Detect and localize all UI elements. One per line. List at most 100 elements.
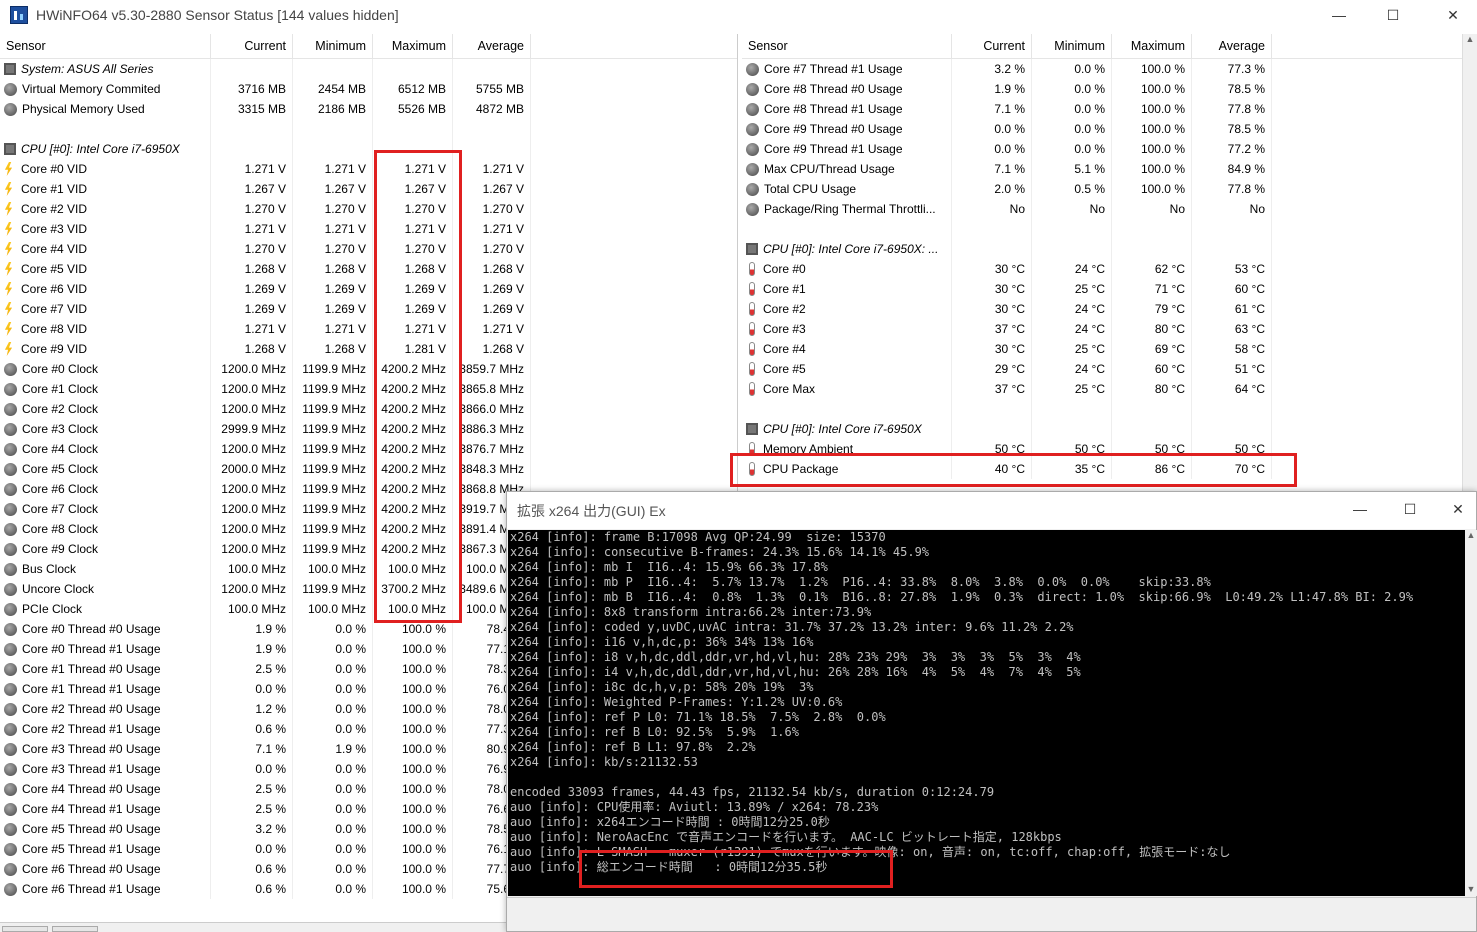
column-header-maximum[interactable]: Maximum [1112,34,1192,59]
sensor-row[interactable]: Core #1 30 °C 25 °C 71 °C 60 °C [742,279,1462,299]
value-cur: 1200.0 MHz [211,439,293,459]
sensor-row[interactable]: Core #7 VID 1.269 V 1.269 V 1.269 V 1.269 V [0,299,737,319]
spacer-row [742,399,1462,419]
maximize-button[interactable]: ☐ [1370,0,1416,30]
sensor-row[interactable]: Core #3 37 °C 24 °C 80 °C 63 °C [742,319,1462,339]
value-cur: 3.2 % [952,59,1032,79]
sensor-row[interactable]: Core #0 30 °C 24 °C 62 °C 53 °C [742,259,1462,279]
sensor-row[interactable]: Core #0 VID 1.271 V 1.271 V 1.271 V 1.271 V [0,159,737,179]
sensor-row[interactable]: Core #1 Clock 1200.0 MHz 1199.9 MHz 4200.2 … [0,379,737,399]
value-max [1112,399,1192,419]
value-avg [1192,419,1272,439]
value-cur: 2.5 % [211,799,293,819]
encoder-minimize-button[interactable]: — [1337,494,1383,524]
value-max: 1.267 V [373,179,453,199]
value-cur: 0.0 % [211,839,293,859]
sensor-row[interactable]: Core #9 Thread #0 Usage 0.0 % 0.0 % 100.0 %… [742,119,1462,139]
value-min: 0.0 % [293,799,373,819]
sensor-row[interactable]: Core #5 29 °C 24 °C 60 °C 51 °C [742,359,1462,379]
sensor-row[interactable]: Core #3 Clock 2999.9 MHz 1199.9 MHz 4200.2 … [0,419,737,439]
sensor-row[interactable]: Max CPU/Thread Usage 7.1 % 5.1 % 100.0 % 84.… [742,159,1462,179]
column-header-current[interactable]: Current [211,34,293,59]
scroll-up-icon[interactable]: ▲ [1463,34,1477,44]
sensor-group-header[interactable]: System: ASUS All Series [0,59,737,79]
column-header-average[interactable]: Average [1192,34,1272,59]
sensor-row[interactable]: Core #2 VID 1.270 V 1.270 V 1.270 V 1.270 V [0,199,737,219]
value-min: 0.0 % [293,819,373,839]
sensor-row[interactable]: Core #5 VID 1.268 V 1.268 V 1.268 V 1.268 V [0,259,737,279]
sensor-panel-right[interactable]: Sensor Current Minimum Maximum Average Core … [742,34,1462,492]
sensor-dot-icon [4,102,17,116]
value-min: 1.9 % [293,739,373,759]
column-header-average[interactable]: Average [453,34,531,59]
column-header-current[interactable]: Current [952,34,1032,59]
value-cur: 3716 MB [211,79,293,99]
voltage-icon [4,262,13,276]
encoder-maximize-button[interactable]: ☐ [1387,494,1433,524]
console-scrollbar[interactable]: ▲ ▼ [1465,530,1477,896]
scroll-up-icon[interactable]: ▲ [1465,530,1477,540]
column-header-sensor[interactable]: Sensor [0,34,211,59]
encoder-close-button[interactable]: ✕ [1435,494,1477,524]
sensor-group-header[interactable]: CPU [#0]: Intel Core i7-6950X [0,139,737,159]
sensor-name: Core #1 [763,282,806,296]
sensor-row[interactable]: Core #4 Clock 1200.0 MHz 1199.9 MHz 4200.2 … [0,439,737,459]
sensor-row[interactable]: CPU Package 40 °C 35 °C 86 °C 70 °C [742,459,1462,479]
sensor-name: Core #1 Thread #1 Usage [22,682,161,696]
value-min: 0.0 % [293,859,373,879]
sensor-row[interactable]: Core #8 Thread #1 Usage 7.1 % 0.0 % 100.0 %… [742,99,1462,119]
column-header-minimum[interactable]: Minimum [1032,34,1112,59]
value-cur [952,219,1032,239]
encoder-output-window[interactable]: 拡張 x264 出力(GUI) Ex — ☐ ✕ x264 [info]: fr… [506,491,1477,932]
column-header-minimum[interactable]: Minimum [293,34,373,59]
sensor-row[interactable]: Core #3 VID 1.271 V 1.271 V 1.271 V 1.271 V [0,219,737,239]
sensor-row[interactable]: Core #8 VID 1.271 V 1.271 V 1.271 V 1.271 V [0,319,737,339]
sensor-row[interactable]: Package/Ring Thermal Throttli... No No No No [742,199,1462,219]
sensor-name: Physical Memory Used [22,102,145,116]
sensor-row[interactable]: Core Max 37 °C 25 °C 80 °C 64 °C [742,379,1462,399]
sensor-name-cell: Core #5 Thread #0 Usage [0,819,211,839]
value-cur: 1200.0 MHz [211,359,293,379]
value-cur: 1.9 % [211,619,293,639]
scroll-down-icon[interactable]: ▼ [1465,884,1477,894]
sensor-name-cell: Core #5 [742,359,952,379]
sensor-row[interactable]: Core #5 Clock 2000.0 MHz 1199.9 MHz 4200.2 … [0,459,737,479]
value-cur [211,59,293,79]
column-header-sensor[interactable]: Sensor [742,34,952,59]
toolbar-button[interactable] [2,926,48,932]
sensor-group-header[interactable]: CPU [#0]: Intel Core i7-6950X [742,419,1462,439]
sensor-row[interactable]: Core #2 30 °C 24 °C 79 °C 61 °C [742,299,1462,319]
sensor-row[interactable]: Physical Memory Used 3315 MB 2186 MB 5526 M… [0,99,737,119]
column-header-maximum[interactable]: Maximum [373,34,453,59]
sensor-group-header[interactable]: CPU [#0]: Intel Core i7-6950X: ... [742,239,1462,259]
sensor-name-cell: Core #1 Thread #1 Usage [0,679,211,699]
value-min: 25 °C [1032,379,1112,399]
value-max: 100.0 % [1112,179,1192,199]
sensor-row[interactable]: Core #7 Thread #1 Usage 3.2 % 0.0 % 100.0 %… [742,59,1462,79]
sensor-row[interactable]: Memory Ambient 50 °C 50 °C 50 °C 50 °C [742,439,1462,459]
sensor-row[interactable]: Core #4 VID 1.270 V 1.270 V 1.270 V 1.270 V [0,239,737,259]
value-min: 2186 MB [293,99,373,119]
minimize-button[interactable]: — [1316,0,1362,30]
value-cur: 30 °C [952,299,1032,319]
encoder-log-console[interactable]: x264 [info]: frame B:17098 Avg QP:24.99 … [508,530,1465,896]
sensor-dot-icon [746,82,759,96]
sensor-row[interactable]: Core #9 Thread #1 Usage 0.0 % 0.0 % 100.0 %… [742,139,1462,159]
sensor-name-cell: Core Max [742,379,952,399]
sensor-row[interactable]: Core #6 VID 1.269 V 1.269 V 1.269 V 1.269 V [0,279,737,299]
close-button[interactable]: ✕ [1430,0,1476,30]
sensor-row[interactable]: Core #2 Clock 1200.0 MHz 1199.9 MHz 4200.2 … [0,399,737,419]
sensor-row[interactable]: Total CPU Usage 2.0 % 0.5 % 100.0 % 77.8 % [742,179,1462,199]
value-min: 0.0 % [1032,119,1112,139]
sensor-dot-icon [4,402,17,416]
sensor-row[interactable]: Core #9 VID 1.268 V 1.268 V 1.281 V 1.268 V [0,339,737,359]
value-cur: 3315 MB [211,99,293,119]
sensor-row[interactable]: Core #1 VID 1.267 V 1.267 V 1.267 V 1.267 V [0,179,737,199]
sensor-row[interactable]: Core #8 Thread #0 Usage 1.9 % 0.0 % 100.0 %… [742,79,1462,99]
sensor-row[interactable]: Core #0 Clock 1200.0 MHz 1199.9 MHz 4200.2 … [0,359,737,379]
sensor-name: Core #8 Thread #0 Usage [764,82,903,96]
sensor-row[interactable]: Virtual Memory Commited 3716 MB 2454 MB 651… [0,79,737,99]
toolbar-button[interactable] [52,926,98,932]
sensor-row[interactable]: Core #4 30 °C 25 °C 69 °C 58 °C [742,339,1462,359]
right-panel-scrollbar[interactable]: ▲ [1462,34,1477,492]
